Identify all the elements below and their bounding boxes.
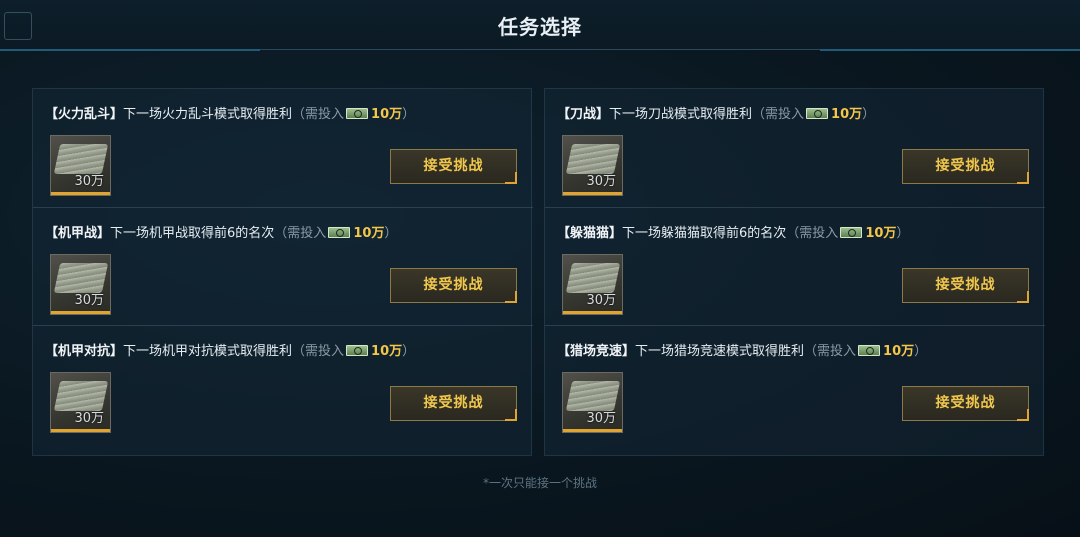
cost-amount: 10万 [353, 226, 385, 241]
reward-item[interactable]: 30万 [50, 254, 111, 315]
challenge-row: 【猎场竞速】下一场猎场竞速模式取得胜利（需投入 10万） 30万 接受挑战 [545, 325, 1045, 443]
cash-icon [346, 345, 369, 356]
cash-icon [328, 227, 351, 238]
reward-rarity-bar [563, 192, 622, 195]
challenge-row: 【机甲战】下一场机甲战取得前6的名次（需投入 10万） 30万 接受挑战 [33, 207, 533, 325]
cost-suffix: ） [896, 226, 910, 241]
accept-challenge-button[interactable]: 接受挑战 [902, 149, 1029, 184]
cost-prefix: （需投入 [292, 107, 345, 122]
challenge-panel-left: 【火力乱斗】下一场火力乱斗模式取得胜利（需投入 10万） 30万 接受挑战 【机甲… [32, 88, 533, 456]
reward-item[interactable]: 30万 [50, 372, 111, 433]
challenge-description: 【机甲对抗】下一场机甲对抗模式取得胜利（需投入 10万） [45, 344, 415, 360]
reward-item[interactable]: 30万 [562, 372, 623, 433]
challenge-text: 下一场躲猫猫取得前6的名次 [622, 226, 787, 241]
challenge-description: 【猎场竞速】下一场猎场竞速模式取得胜利（需投入 10万） [557, 344, 927, 360]
cost-amount: 10万 [883, 344, 915, 359]
cost-amount: 10万 [831, 107, 863, 122]
challenge-row: 【刀战】下一场刀战模式取得胜利（需投入 10万） 30万 接受挑战 [545, 89, 1045, 207]
cash-icon [346, 108, 369, 119]
cost-prefix: （需投入 [786, 226, 839, 241]
challenge-text: 下一场猎场竞速模式取得胜利 [635, 344, 805, 359]
challenge-tag: 【机甲战】 [45, 226, 111, 241]
cost-suffix: ） [402, 107, 416, 122]
accept-challenge-button[interactable]: 接受挑战 [390, 268, 517, 303]
cost-prefix: （需投入 [292, 344, 345, 359]
cash-icon [806, 108, 829, 119]
reward-rarity-bar [563, 429, 622, 432]
challenge-text: 下一场机甲对抗模式取得胜利 [123, 344, 293, 359]
challenge-text: 下一场刀战模式取得胜利 [609, 107, 753, 122]
header-accent-right [820, 49, 1080, 51]
challenge-tag: 【火力乱斗】 [45, 107, 124, 122]
cost-amount: 10万 [371, 344, 403, 359]
cash-icon [858, 345, 881, 356]
reward-item[interactable]: 30万 [50, 135, 111, 196]
challenge-description: 【刀战】下一场刀战模式取得胜利（需投入 10万） [557, 107, 875, 123]
cost-prefix: （需投入 [274, 226, 327, 241]
cost-suffix: ） [862, 107, 876, 122]
cost-amount: 10万 [371, 107, 403, 122]
reward-quantity: 30万 [586, 411, 616, 426]
accept-challenge-button[interactable]: 接受挑战 [390, 386, 517, 421]
reward-rarity-bar [51, 429, 110, 432]
accept-challenge-button[interactable]: 接受挑战 [390, 149, 517, 184]
cost-suffix: ） [402, 344, 416, 359]
challenge-tag: 【刀战】 [557, 107, 610, 122]
accept-challenge-button[interactable]: 接受挑战 [902, 386, 1029, 421]
challenge-row: 【机甲对抗】下一场机甲对抗模式取得胜利（需投入 10万） 30万 接受挑战 [33, 325, 533, 443]
challenge-row: 【躲猫猫】下一场躲猫猫取得前6的名次（需投入 10万） 30万 接受挑战 [545, 207, 1045, 325]
reward-item[interactable]: 30万 [562, 135, 623, 196]
reward-quantity: 30万 [586, 174, 616, 189]
challenge-row: 【火力乱斗】下一场火力乱斗模式取得胜利（需投入 10万） 30万 接受挑战 [33, 89, 533, 207]
challenge-text: 下一场机甲战取得前6的名次 [110, 226, 275, 241]
reward-quantity: 30万 [74, 293, 104, 308]
challenge-tag: 【猎场竞速】 [557, 344, 636, 359]
page-title: 任务选择 [498, 15, 582, 39]
reward-quantity: 30万 [586, 293, 616, 308]
reward-rarity-bar [51, 192, 110, 195]
reward-rarity-bar [563, 311, 622, 314]
challenge-text: 下一场火力乱斗模式取得胜利 [123, 107, 293, 122]
cost-prefix: （需投入 [752, 107, 805, 122]
reward-quantity: 30万 [74, 411, 104, 426]
challenge-description: 【机甲战】下一场机甲战取得前6的名次（需投入 10万） [45, 226, 397, 242]
challenge-description: 【火力乱斗】下一场火力乱斗模式取得胜利（需投入 10万） [45, 107, 415, 123]
challenge-tag: 【机甲对抗】 [45, 344, 124, 359]
reward-rarity-bar [51, 311, 110, 314]
challenge-tag: 【躲猫猫】 [557, 226, 623, 241]
header-bar: 任务选择 [0, 0, 1080, 50]
reward-item[interactable]: 30万 [562, 254, 623, 315]
cost-prefix: （需投入 [804, 344, 857, 359]
reward-quantity: 30万 [74, 174, 104, 189]
cost-amount: 10万 [865, 226, 897, 241]
accept-challenge-button[interactable]: 接受挑战 [902, 268, 1029, 303]
footer-note: *一次只能接一个挑战 [482, 476, 597, 490]
cost-suffix: ） [384, 226, 398, 241]
cost-suffix: ） [914, 344, 928, 359]
header-accent-left [0, 49, 260, 51]
cash-icon [840, 227, 863, 238]
challenge-description: 【躲猫猫】下一场躲猫猫取得前6的名次（需投入 10万） [557, 226, 909, 242]
challenge-panel-right: 【刀战】下一场刀战模式取得胜利（需投入 10万） 30万 接受挑战 【躲猫猫】下一… [544, 88, 1045, 456]
